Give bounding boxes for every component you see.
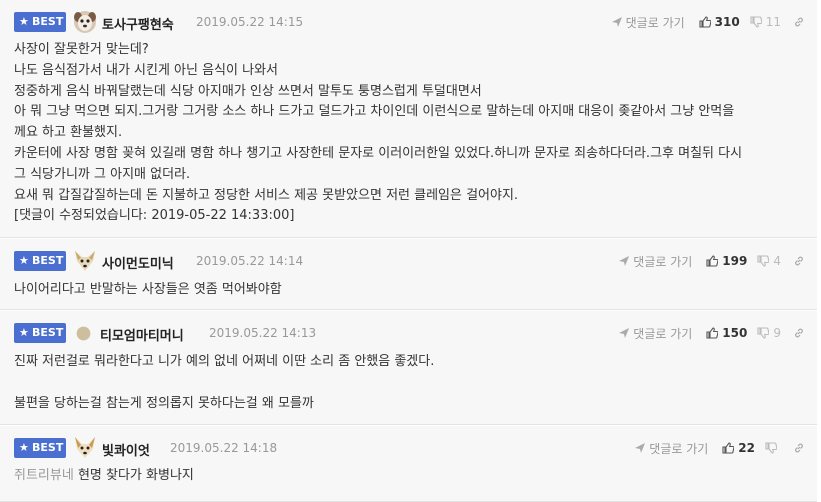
- downvote-button[interactable]: 4: [757, 254, 781, 268]
- star-icon: ★: [19, 15, 29, 28]
- comment-date: 2019.05.22 14:14: [196, 254, 304, 268]
- send-arrow-icon: [619, 256, 630, 266]
- comment-actions: 댓글로 가기 310 11: [611, 14, 805, 31]
- best-comment: ★ BEST 사이먼도미닉 2019.05.22 14:14 댓글로 가기 199…: [0, 239, 817, 310]
- nickname[interactable]: 사이먼도미닉: [102, 253, 174, 272]
- go-to-reply-link[interactable]: 댓글로 가기: [635, 440, 708, 457]
- star-icon: ★: [19, 254, 29, 267]
- best-comment: ★ BEST 빛콰이엇 2019.05.22 14:18 댓글로 가기 22 쥐트…: [0, 426, 817, 502]
- downvote-button[interactable]: 9: [757, 326, 781, 340]
- send-arrow-icon: [619, 328, 630, 338]
- comment-body: 진짜 저런걸로 뭐라한다고 니가 예의 없네 어쩌네 이딴 소리 좀 안했음 좋…: [14, 354, 435, 411]
- link-icon[interactable]: [793, 442, 805, 454]
- star-icon: ★: [19, 326, 29, 339]
- comment-header: ★ BEST 사이먼도미닉 2019.05.22 14:14 댓글로 가기 199…: [14, 249, 817, 273]
- nickname[interactable]: 토사구팽현숙: [102, 14, 174, 33]
- star-icon: ★: [19, 441, 29, 454]
- best-badge: ★ BEST: [14, 251, 66, 271]
- avatar[interactable]: [73, 10, 97, 34]
- comment-header: ★ BEST 토사구팽현숙 2019.05.22 14:15 댓글로 가기 310…: [14, 10, 817, 34]
- comment-header: ★ BEST 티모엄마티머니 2019.05.22 14:13 댓글로 가기 15…: [14, 321, 817, 345]
- nickname[interactable]: 티모엄마티머니: [100, 325, 184, 344]
- thumbs-down-icon: [757, 327, 770, 339]
- upvote-button[interactable]: 22: [722, 441, 755, 455]
- edited-note: [댓글이 수정되었습니다: 2019-05-22 14:33:00]: [14, 208, 295, 224]
- thumbs-up-icon: [706, 255, 719, 267]
- upvote-button[interactable]: 199: [706, 254, 747, 268]
- link-icon[interactable]: [793, 255, 805, 267]
- downvote-button[interactable]: 11: [750, 15, 781, 29]
- comment-body: 사장이 잘못한거 맞는데? 나도 음식점가서 내가 시킨게 아닌 음식이 나와서…: [14, 40, 803, 227]
- link-icon[interactable]: [793, 16, 805, 28]
- thumbs-up-icon: [699, 16, 711, 28]
- thumbs-down-icon: [765, 442, 777, 454]
- upvote-button[interactable]: 150: [706, 326, 747, 340]
- downvote-button[interactable]: [765, 442, 781, 454]
- send-arrow-icon: [635, 443, 646, 453]
- best-comment-list: ★ BEST 토사구팽현숙 2019.05.22 14:15 댓글로 가기 310…: [0, 0, 821, 502]
- comment-body: 쥐트리뷰네 현명 찾다가 화병나지: [14, 468, 194, 483]
- comment-actions: 댓글로 가기 150 9: [619, 325, 805, 341]
- comment-actions: 댓글로 가기 199 4: [619, 253, 805, 269]
- comment-header: ★ BEST 빛콰이엇 2019.05.22 14:18 댓글로 가기 22: [14, 436, 817, 460]
- avatar[interactable]: [73, 436, 97, 460]
- comment-actions: 댓글로 가기 22: [635, 440, 805, 456]
- best-comment: ★ BEST 토사구팽현숙 2019.05.22 14:15 댓글로 가기 310…: [0, 0, 817, 238]
- upvote-button[interactable]: 310: [699, 15, 740, 29]
- comment-body: 나이어리다고 반말하는 사장들은 엿좀 먹어봐야함: [14, 282, 282, 297]
- thumbs-down-icon: [757, 255, 770, 267]
- avatar[interactable]: [76, 326, 91, 341]
- thumbs-up-icon: [722, 442, 735, 454]
- best-badge: ★ BEST: [14, 12, 66, 32]
- go-to-reply-link[interactable]: 댓글로 가기: [611, 14, 685, 31]
- comment-date: 2019.05.22 14:13: [209, 326, 317, 340]
- best-badge: ★ BEST: [14, 438, 66, 458]
- go-to-reply-link[interactable]: 댓글로 가기: [619, 253, 692, 270]
- go-to-reply-link[interactable]: 댓글로 가기: [619, 325, 692, 342]
- comment-date: 2019.05.22 14:15: [196, 15, 304, 29]
- thumbs-up-icon: [706, 327, 719, 339]
- best-badge: ★ BEST: [14, 323, 66, 343]
- nickname[interactable]: 빛콰이엇: [102, 440, 150, 459]
- thumbs-down-icon: [750, 16, 762, 28]
- link-icon[interactable]: [793, 327, 805, 339]
- best-comment: ★ BEST 티모엄마티머니 2019.05.22 14:13 댓글로 가기 15…: [0, 311, 817, 425]
- avatar[interactable]: [73, 249, 97, 273]
- comment-date: 2019.05.22 14:18: [170, 441, 278, 455]
- reply-target[interactable]: 쥐트리뷰네: [14, 468, 74, 483]
- send-arrow-icon: [611, 17, 622, 27]
